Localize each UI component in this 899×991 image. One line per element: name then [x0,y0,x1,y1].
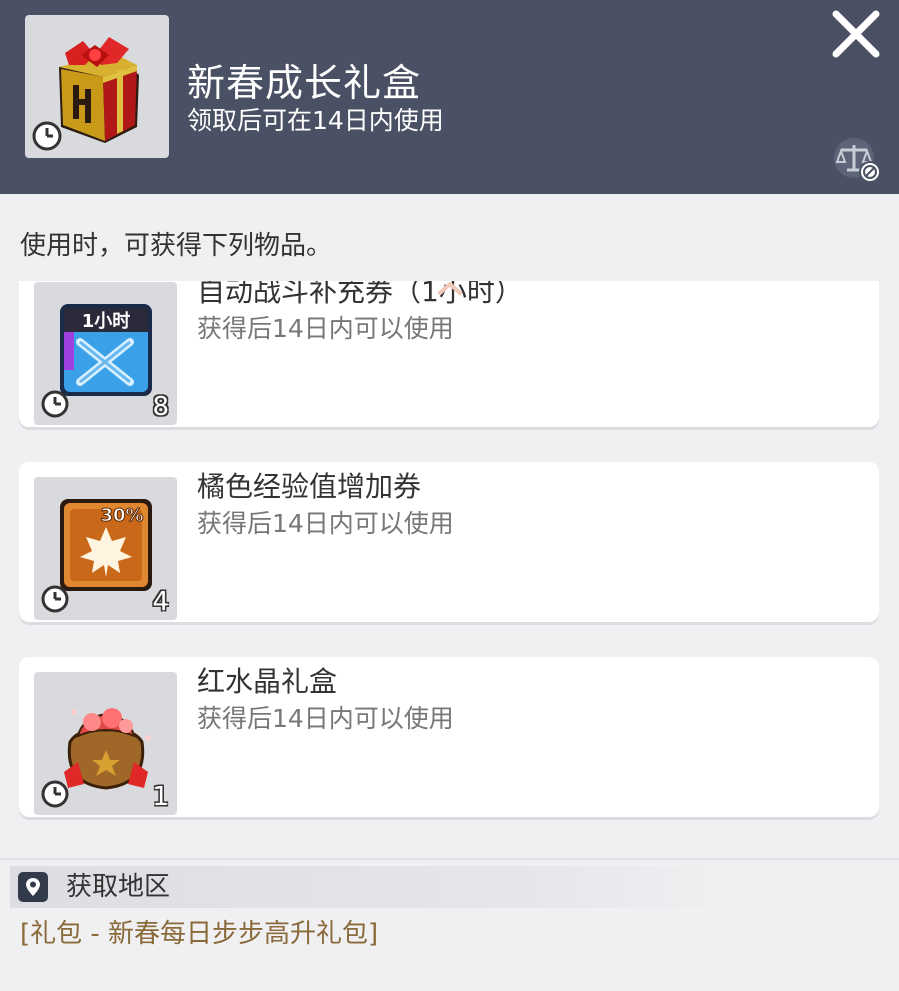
clock-icon [41,780,69,808]
item-expiry: 获得后14日内可以使用 [197,704,454,733]
item-slot[interactable]: 1小时 8 [34,282,177,425]
location-pin-icon [18,872,48,902]
acquisition-region-header: 获取地区 [10,866,732,908]
item-expiry: 获得后14日内可以使用 [197,509,454,538]
list-item[interactable]: 1 红水晶礼盒 获得后14日内可以使用 [19,657,879,817]
ticket-label: 1小时 [82,311,131,332]
untradeable-scale-icon [834,138,881,183]
region-label: 获取地区 [66,872,171,902]
item-quantity: 4 [152,587,169,617]
item-header: 新春成长礼盒 领取后可在14日内使用 [0,0,899,194]
header-item-slot [25,15,169,158]
gift-box-icon [32,37,139,151]
untradeable-badge [832,136,884,186]
item-slot[interactable]: 30% 4 [34,477,177,620]
list-item[interactable]: 1小时 8 自动战斗补充券（1小时） 获得后14日内可以使用 [19,281,879,427]
scroll-up-indicator-icon [438,282,462,295]
clock-icon [41,585,69,613]
list-item[interactable]: 30% 4 橘色经验值增加券 获得后14日内可以使用 [19,462,879,622]
item-slot[interactable]: 1 [34,672,177,815]
item-title: 新春成长礼盒 [187,61,422,105]
footer-divider [0,858,899,860]
item-name: 自动战斗补充券（1小时） [197,281,523,308]
item-quantity: 1 [152,782,169,812]
close-button[interactable] [826,6,886,66]
reward-item-list[interactable]: 1小时 8 自动战斗补充券（1小时） 获得后14日内可以使用 30% 4 橘色经… [0,281,899,838]
item-subtitle: 领取后可在14日内使用 [187,106,444,135]
clock-icon [41,390,69,418]
contents-description: 使用时，可获得下列物品。 [20,231,333,261]
item-name: 橘色经验值增加券 [197,470,422,503]
item-quantity: 8 [152,392,169,422]
ticket-label: 30% [100,505,143,526]
close-icon [832,10,880,58]
item-name: 红水晶礼盒 [197,665,338,698]
acquisition-source-link[interactable]: [礼包 - 新春每日步步高升礼包] [20,916,378,952]
item-expiry: 获得后14日内可以使用 [197,314,454,343]
